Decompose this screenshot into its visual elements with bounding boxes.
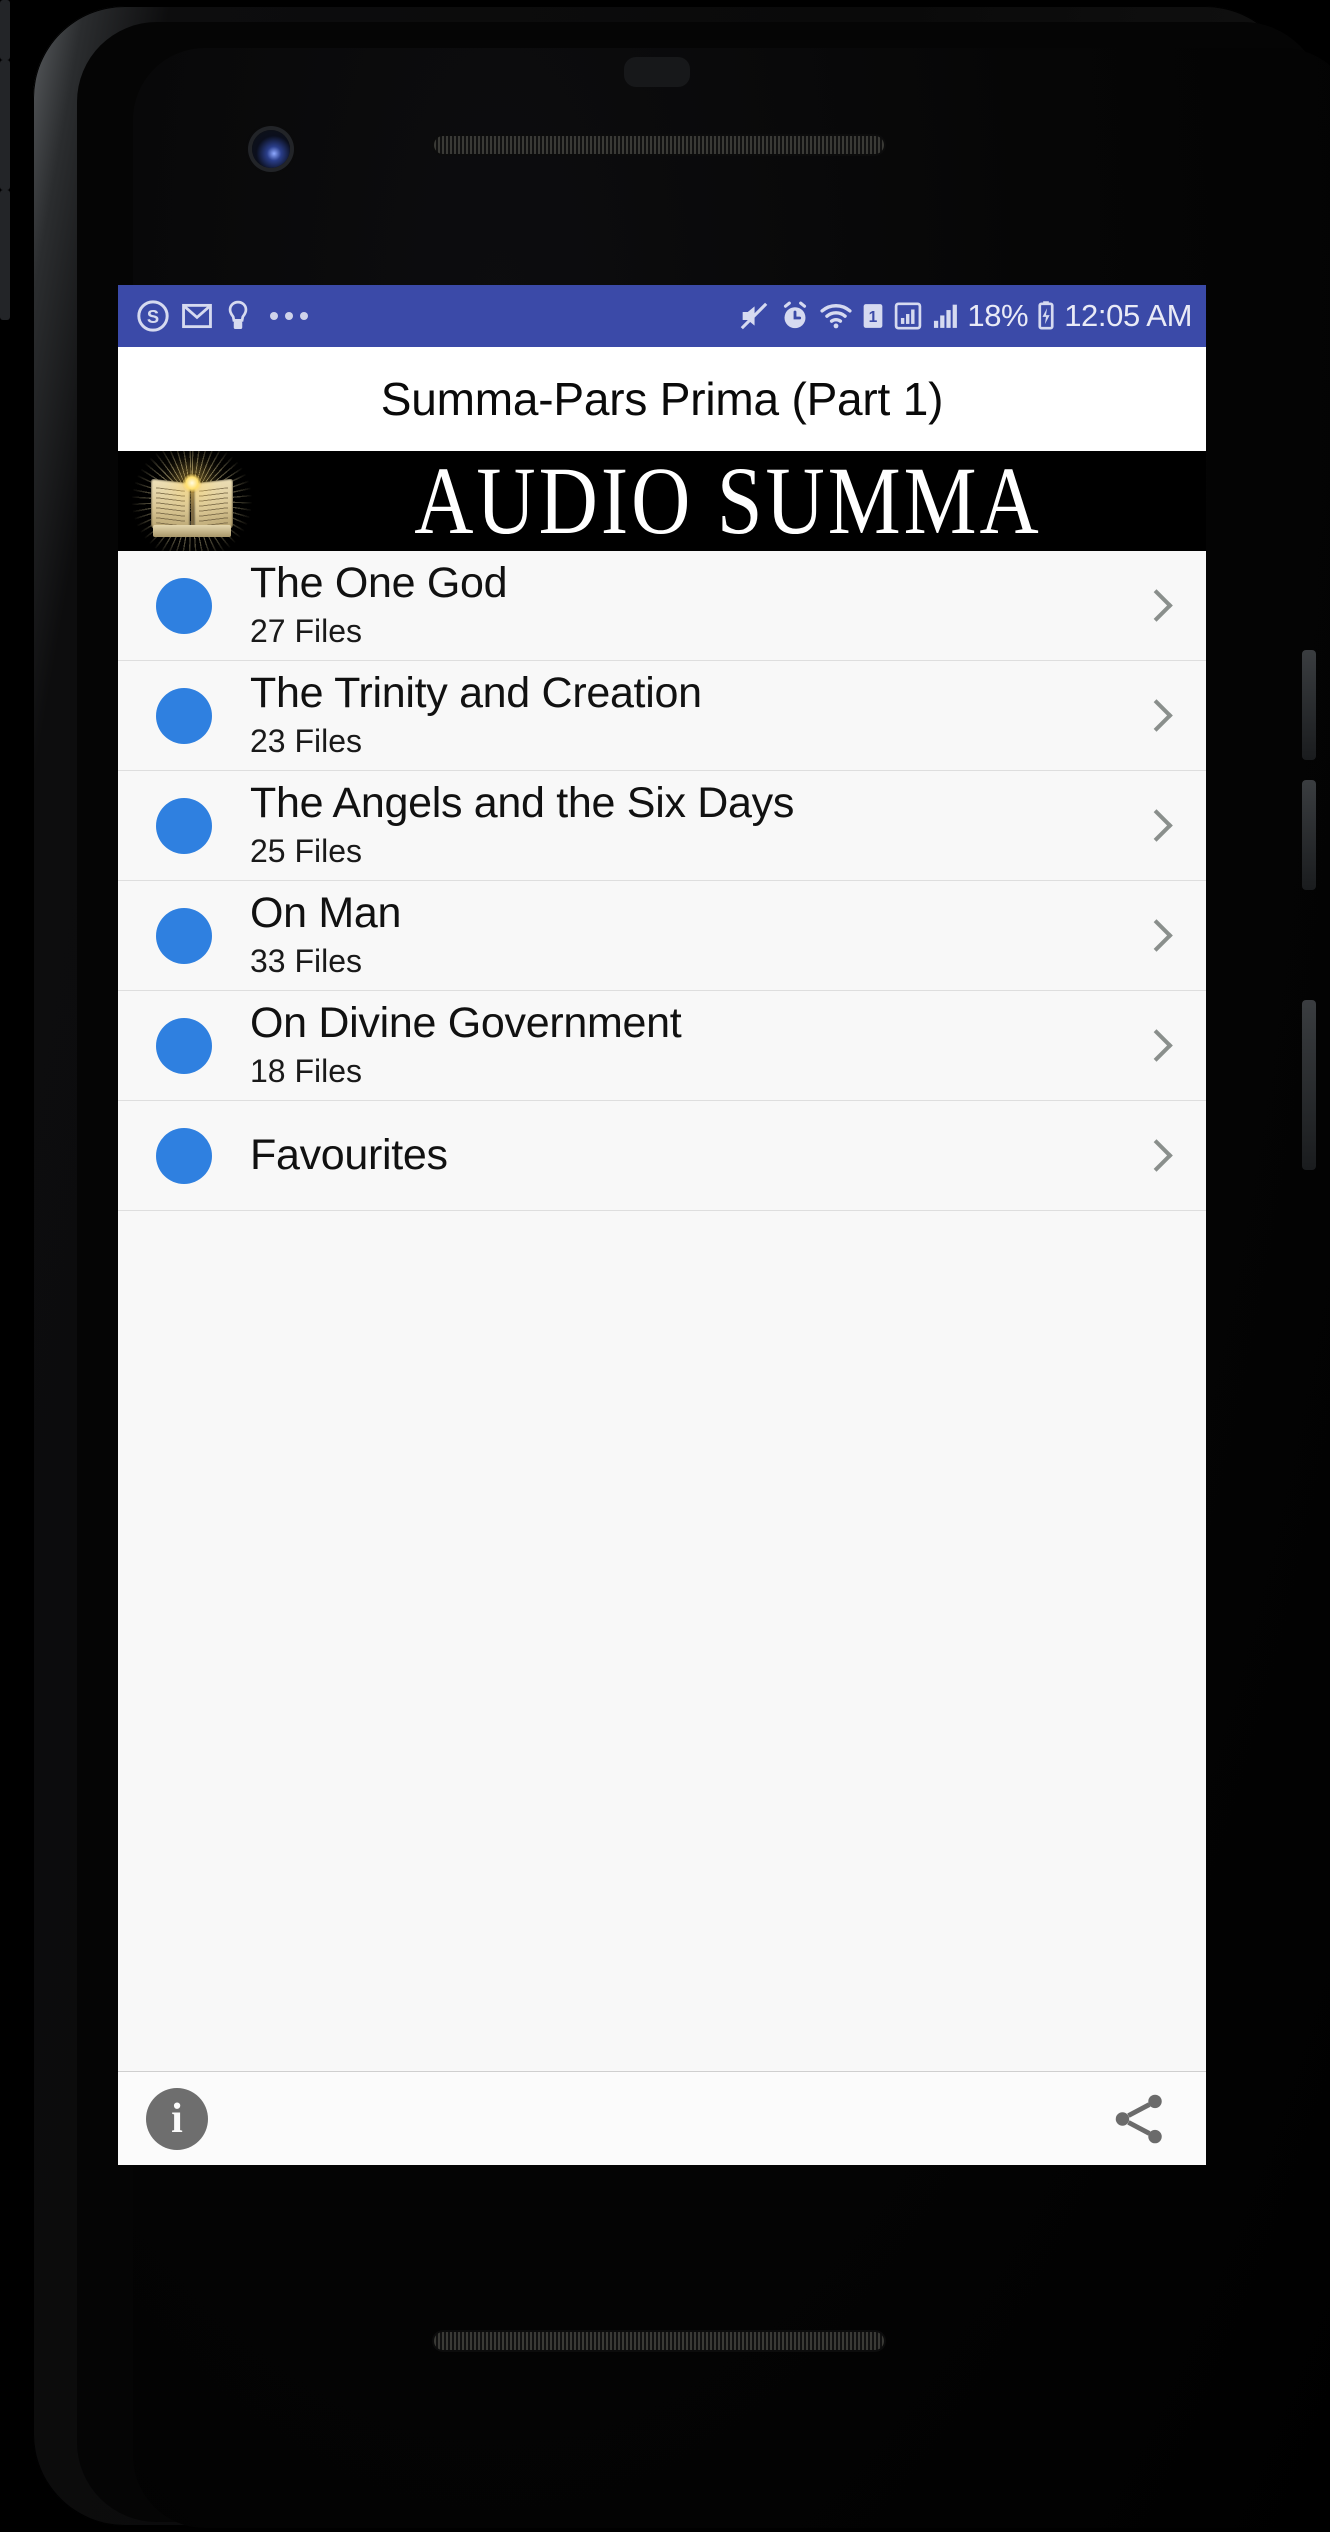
list-item-title: The One God: [250, 558, 508, 607]
book-graphic: [151, 473, 233, 537]
list-item-texts: Favourites: [250, 1130, 1136, 1179]
list-item-subtitle: 23 Files: [250, 723, 363, 760]
status-bar[interactable]: S 1 18% 12:05 AM: [118, 285, 1206, 347]
battery-percent-label: 18%: [967, 298, 1029, 333]
status-bar-system-icons: 1 18% 12:05 AM: [737, 298, 1192, 334]
list-item-texts: The One God 27 Files: [250, 558, 1136, 651]
list-item[interactable]: On Divine Government 18 Files: [118, 991, 1206, 1101]
list-item[interactable]: The One God 27 Files: [118, 551, 1206, 661]
share-button[interactable]: [1106, 2086, 1172, 2152]
status-bar-clock: 12:05 AM: [1064, 298, 1192, 333]
chevron-right-icon[interactable]: [1136, 1026, 1176, 1066]
svg-text:S: S: [147, 306, 159, 327]
list-item-texts: The Angels and the Six Days 25 Files: [250, 778, 1136, 871]
app-title-bar: Summa-Pars Prima (Part 1): [118, 347, 1206, 451]
front-camera-icon: [252, 130, 290, 168]
power-button[interactable]: [1302, 1000, 1316, 1170]
sim-tray-slot: [0, 0, 10, 60]
list-item-texts: On Man 33 Files: [250, 888, 1136, 981]
list-item-subtitle: 33 Files: [250, 943, 363, 980]
list-item-title: The Trinity and Creation: [250, 668, 702, 717]
page-title: Summa-Pars Prima (Part 1): [380, 373, 944, 425]
banner-logo-text: AUDIO SUMMA: [414, 451, 1042, 551]
chevron-right-icon[interactable]: [1136, 586, 1176, 626]
gmail-icon: [182, 303, 212, 329]
signal-sim2-icon: [934, 304, 958, 328]
chevron-right-icon[interactable]: [1136, 916, 1176, 956]
list-item[interactable]: The Trinity and Creation 23 Files: [118, 661, 1206, 771]
list-item-title: Favourites: [250, 1130, 448, 1179]
list-item-texts: The Trinity and Creation 23 Files: [250, 668, 1136, 761]
more-notifications-icon: [270, 312, 308, 320]
list-item-subtitle: 25 Files: [250, 833, 363, 870]
list-item[interactable]: On Man 33 Files: [118, 881, 1206, 991]
bullet-icon: [156, 687, 212, 744]
book-base: [153, 525, 231, 537]
alarm-icon: [784, 301, 807, 329]
left-bezel-accent-upper: [0, 60, 10, 190]
info-button[interactable]: i: [146, 2087, 208, 2150]
bullet-icon: [156, 1017, 212, 1074]
share-icon: [1115, 2094, 1162, 2143]
list-item-title: On Man: [250, 888, 402, 937]
list-item-subtitle: 18 Files: [250, 1053, 363, 1090]
left-bezel-accent-lower: [0, 190, 10, 320]
bullet-icon: [156, 797, 212, 854]
svg-text:1: 1: [869, 309, 878, 326]
mute-icon: [741, 302, 768, 330]
book-glow-icon: [182, 473, 202, 493]
bullet-icon: [156, 577, 212, 634]
bullet-icon: [156, 907, 212, 964]
list-item[interactable]: The Angels and the Six Days 25 Files: [118, 771, 1206, 881]
phone-screen: S 1 18% 12:05 AM Summa-Pars Prima (Part …: [118, 285, 1206, 2165]
list-item-subtitle: 27 Files: [250, 613, 363, 650]
lightbulb-icon: [228, 300, 248, 330]
sim-one-icon: 1: [864, 304, 883, 328]
bullet-icon: [156, 1127, 212, 1184]
open-book-logo-icon: [128, 451, 256, 551]
chevron-right-icon[interactable]: [1136, 696, 1176, 736]
wifi-icon: [820, 304, 852, 329]
list-item-texts: On Divine Government 18 Files: [250, 998, 1136, 1091]
volume-up-button[interactable]: [1302, 650, 1316, 760]
skype-icon: S: [137, 300, 169, 332]
bottom-speaker-grille: [434, 2332, 884, 2350]
list-item-title: The Angels and the Six Days: [250, 778, 795, 827]
earpiece-speaker-grille: [434, 136, 884, 154]
list-item[interactable]: Favourites: [118, 1101, 1206, 1211]
book-text-lines-right: [199, 487, 228, 527]
list-item-title: On Divine Government: [250, 998, 682, 1047]
book-text-lines-left: [156, 487, 185, 527]
chevron-right-icon[interactable]: [1136, 806, 1176, 846]
volume-down-button[interactable]: [1302, 780, 1316, 890]
signal-sim1-icon: [895, 302, 922, 330]
sensor-notch: [624, 57, 690, 87]
status-bar-notifications: S: [136, 299, 308, 333]
app-banner: AUDIO SUMMA: [118, 451, 1206, 551]
bottom-toolbar: i: [118, 2071, 1206, 2165]
folder-list: The One God 27 Files The Trinity and Cre…: [118, 551, 1206, 2071]
battery-charging-icon: [1038, 301, 1054, 330]
chevron-right-icon[interactable]: [1136, 1136, 1176, 1176]
